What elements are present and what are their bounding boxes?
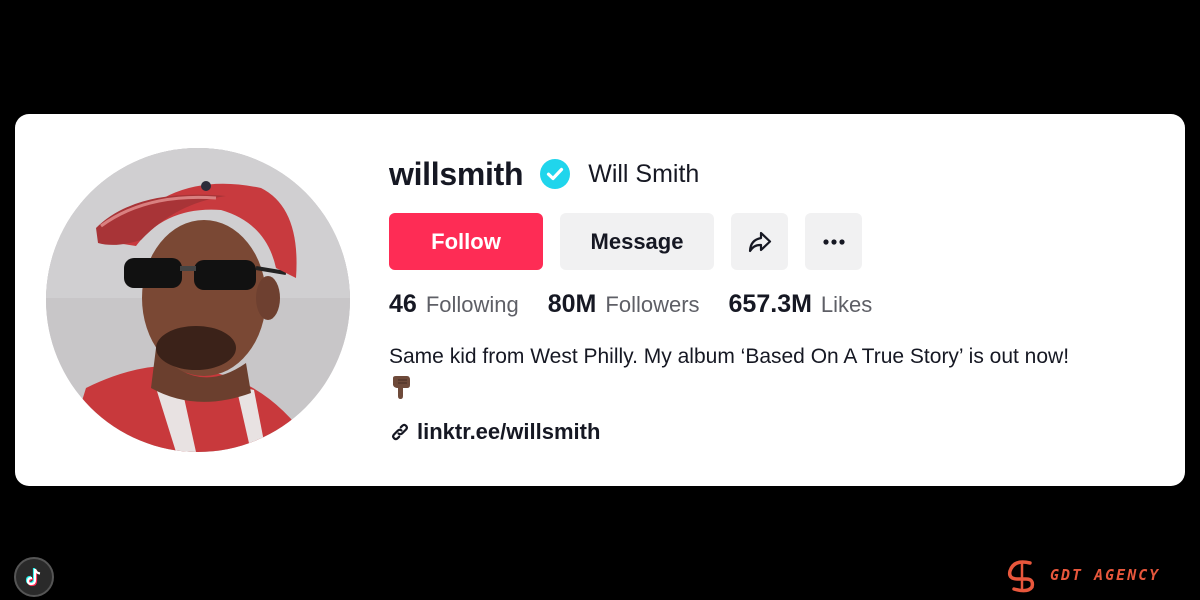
username: willsmith bbox=[389, 155, 524, 192]
share-button[interactable] bbox=[731, 213, 788, 270]
follow-button[interactable]: Follow bbox=[389, 213, 543, 270]
stat-label: Following bbox=[425, 292, 519, 317]
tiktok-note-icon bbox=[25, 568, 41, 587]
stat-value: 657.3M bbox=[728, 290, 812, 318]
name-row: willsmith Will Smith bbox=[389, 156, 699, 192]
stat-followers[interactable]: 80M Followers bbox=[548, 290, 700, 319]
stat-label: Followers bbox=[605, 292, 700, 317]
profile-link[interactable]: linktr.ee/willsmith bbox=[389, 419, 600, 445]
pointing-down-hand-emoji bbox=[393, 376, 410, 399]
verified-badge-icon bbox=[540, 159, 571, 189]
stat-label: Likes bbox=[820, 292, 873, 317]
profile-card: willsmith Will Smith Follow Message 46 F… bbox=[15, 114, 1185, 486]
profile-stats: 46 Following 80M Followers 657.3M Likes bbox=[389, 290, 901, 319]
more-options-button[interactable] bbox=[805, 213, 862, 270]
stat-value: 80M bbox=[547, 290, 597, 318]
bio: Same kid from West Philly. My album ‘Bas… bbox=[389, 342, 1179, 400]
message-button[interactable]: Message bbox=[560, 213, 714, 270]
avatar-photo bbox=[46, 148, 350, 452]
link-icon bbox=[392, 423, 408, 441]
share-arrow-icon bbox=[748, 231, 771, 252]
profile-info: willsmith Will Smith Follow Message 46 F… bbox=[389, 114, 1185, 486]
stat-following[interactable]: 46 Following bbox=[389, 290, 519, 319]
stat-value: 46 bbox=[389, 290, 417, 318]
agency-watermark: GDT AGENCY bbox=[1004, 557, 1160, 593]
tiktok-logo-icon bbox=[14, 557, 54, 597]
agency-name: GDT AGENCY bbox=[1050, 566, 1161, 584]
stat-likes: 657.3M Likes bbox=[729, 290, 873, 319]
more-horizontal-icon bbox=[822, 238, 845, 245]
agency-logo-icon bbox=[1007, 560, 1035, 593]
action-buttons: Follow Message bbox=[389, 213, 862, 270]
link-text[interactable]: linktr.ee/willsmith bbox=[417, 419, 600, 445]
display-name: Will Smith bbox=[588, 159, 700, 188]
bio-text: Same kid from West Philly. My album ‘Bas… bbox=[389, 345, 1070, 368]
profile-avatar[interactable] bbox=[46, 148, 350, 452]
